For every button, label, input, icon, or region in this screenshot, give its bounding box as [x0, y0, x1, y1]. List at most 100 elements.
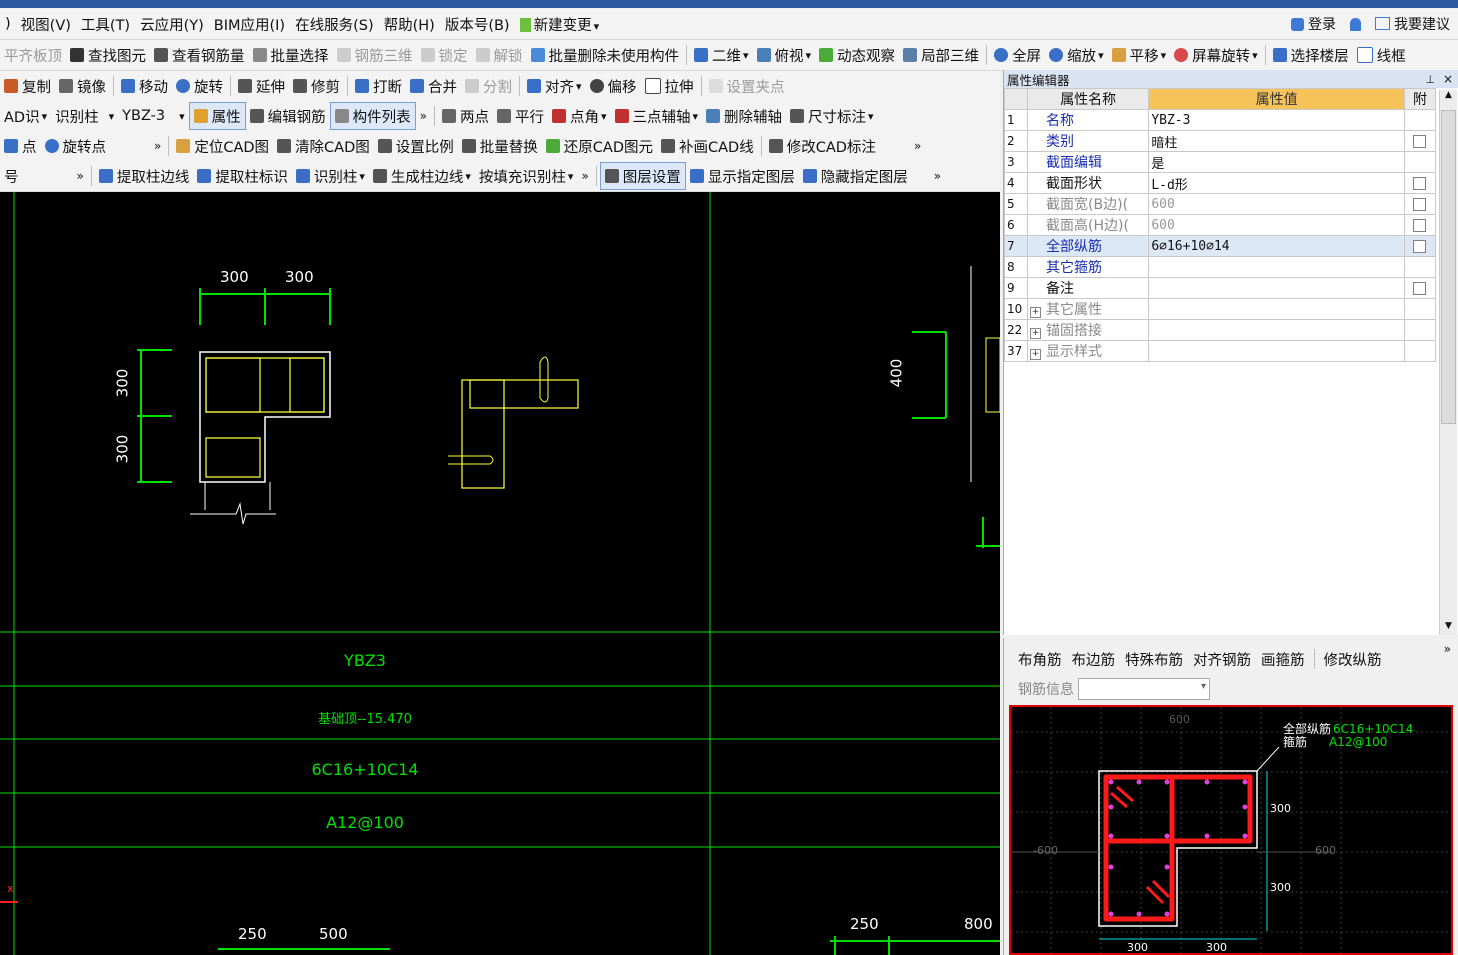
property-value[interactable]: 暗柱 — [1148, 130, 1405, 152]
zoom-dropdown[interactable]: 缩放 ▾ — [1045, 42, 1108, 68]
cad-recog-dropdown[interactable]: AD识 ▾ — [0, 103, 51, 129]
split-button[interactable]: 分割 — [461, 73, 516, 99]
draw-stirrup-button[interactable]: 画箍筋 — [1257, 646, 1309, 672]
full-screen-button[interactable]: 全屏 — [990, 42, 1045, 68]
expand-icon[interactable]: + — [1030, 307, 1042, 318]
show-layer-button[interactable]: 显示指定图层 — [686, 163, 799, 189]
property-value[interactable] — [1148, 277, 1405, 299]
overflow-chevron[interactable]: » — [930, 163, 945, 189]
rebar-preview-canvas[interactable]: 全部纵筋 6C16+10C14 箍筋 A12@100 600 -600 600 30… — [1009, 705, 1453, 955]
attach-checkbox[interactable] — [1413, 239, 1427, 253]
recog-col-dropdown-2[interactable]: 识别柱 ▾ — [292, 163, 369, 189]
menu-help[interactable]: 帮助(H) — [379, 14, 440, 35]
rotate-point-button[interactable]: 旋转点 — [41, 133, 111, 159]
rotate-button[interactable]: 旋转 — [172, 73, 227, 99]
property-row[interactable]: 3 截面编辑 是 — [1003, 151, 1437, 173]
trim-button[interactable]: 修剪 — [289, 73, 344, 99]
component-select[interactable]: YBZ-3 ▾ — [118, 103, 188, 129]
move-button[interactable]: 移动 — [117, 73, 172, 99]
property-value[interactable]: 600 — [1148, 214, 1405, 236]
property-row[interactable]: 37 + 显示样式 — [1003, 340, 1437, 362]
view-rebar-qty-button[interactable]: 查看钢筋量 — [150, 42, 249, 68]
overflow-chevron[interactable]: » — [73, 163, 88, 189]
gen-col-edge-dropdown[interactable]: 生成柱边线 ▾ — [369, 163, 475, 189]
menu-tools[interactable]: 工具(T) — [76, 14, 135, 35]
hide-layer-button[interactable]: 隐藏指定图层 — [799, 163, 912, 189]
menu-online[interactable]: 在线服务(S) — [290, 14, 379, 35]
property-row[interactable]: 6 截面高(H边)(600 — [1003, 214, 1437, 236]
close-icon[interactable]: × — [1443, 72, 1453, 86]
rebar-3d-button[interactable]: 钢筋三维 — [333, 42, 417, 68]
menu-view[interactable]: 视图(V) — [16, 14, 76, 35]
suggest-button[interactable]: 我要建议 — [1375, 14, 1450, 34]
scroll-thumb[interactable] — [1441, 110, 1456, 424]
extend-button[interactable]: 延伸 — [234, 73, 289, 99]
local-3d-button[interactable]: 局部三维 — [899, 42, 983, 68]
attach-checkbox[interactable] — [1413, 218, 1427, 232]
scroll-up-icon[interactable]: ▲ — [1440, 90, 1457, 106]
attach-checkbox[interactable] — [1413, 176, 1427, 190]
overflow-chevron[interactable]: » — [577, 163, 592, 189]
wireframe-button[interactable]: 线框 — [1353, 42, 1410, 68]
property-value[interactable]: 是 — [1148, 151, 1405, 173]
clear-cad-button[interactable]: 清除CAD图 — [273, 133, 374, 159]
property-value[interactable]: 600 — [1148, 193, 1405, 215]
property-button[interactable]: 属性 — [188, 102, 246, 130]
overflow-chevron[interactable]: » — [910, 133, 925, 159]
dynamic-view-button[interactable]: 动态观察 — [815, 42, 899, 68]
fill-recog-dropdown[interactable]: 按填充识别柱 ▾ — [475, 163, 578, 189]
edit-rebar-button[interactable]: 编辑钢筋 — [246, 103, 330, 129]
edge-rebar-button[interactable]: 布边筋 — [1068, 646, 1120, 672]
unlock-button[interactable]: 解锁 — [472, 42, 527, 68]
property-value[interactable] — [1148, 340, 1405, 362]
property-value[interactable] — [1148, 298, 1405, 320]
two-point-button[interactable]: 两点 — [438, 103, 493, 129]
corner-rebar-button[interactable]: 布角筋 — [1014, 646, 1066, 672]
stretch-button[interactable]: 拉伸 — [641, 73, 698, 99]
menu-new-change[interactable]: 新建变更 ▾ — [515, 14, 605, 35]
modify-cad-dim-button[interactable]: 修改CAD标注 — [765, 133, 880, 159]
property-row[interactable]: 2 类别 暗柱 — [1003, 130, 1437, 152]
pin-icon[interactable]: ᅟ⊥ — [1415, 71, 1435, 87]
property-row[interactable]: 10 + 其它属性 — [1003, 298, 1437, 320]
set-grip-button[interactable]: 设置夹点 — [705, 73, 789, 99]
copy-button[interactable]: 复制 — [0, 73, 55, 99]
property-value[interactable]: 6⌀16+10⌀14 — [1148, 235, 1405, 257]
property-row[interactable]: 9 备注 — [1003, 277, 1437, 299]
property-value[interactable]: L-d形 — [1148, 172, 1405, 194]
property-value[interactable] — [1148, 319, 1405, 341]
pan-dropdown[interactable]: 平移 ▾ — [1108, 42, 1171, 68]
locate-cad-button[interactable]: 定位CAD图 — [172, 133, 273, 159]
property-value[interactable]: YBZ-3 — [1148, 109, 1405, 131]
property-row[interactable]: 8 其它箍筋 — [1003, 256, 1437, 278]
mirror-button[interactable]: 镜像 — [55, 73, 110, 99]
layer-settings-button[interactable]: 图层设置 — [599, 162, 686, 190]
property-row[interactable]: 4 截面形状 L-d形 — [1003, 172, 1437, 194]
draw-cad-line-button[interactable]: 补画CAD线 — [657, 133, 758, 159]
flat-slab-top-button[interactable]: 平齐板顶 — [0, 42, 66, 68]
attach-checkbox[interactable] — [1413, 134, 1427, 148]
expand-icon[interactable]: + — [1030, 349, 1042, 360]
property-row[interactable]: 5 截面宽(B边)(600 — [1003, 193, 1437, 215]
dimension-dropdown[interactable]: 尺寸标注 ▾ — [786, 103, 878, 129]
select-floor-button[interactable]: 选择楼层 — [1269, 42, 1353, 68]
property-row[interactable]: 7 全部纵筋 6⌀16+10⌀14 — [1003, 235, 1437, 257]
extract-col-mark-button[interactable]: 提取柱标识 — [193, 163, 292, 189]
merge-button[interactable]: 合并 — [406, 73, 461, 99]
component-list-button[interactable]: 构件列表 — [329, 102, 416, 130]
delete-axis-button[interactable]: 删除辅轴 — [702, 103, 786, 129]
attach-checkbox[interactable] — [1413, 281, 1427, 295]
2d-dropdown[interactable]: 二维 ▾ — [690, 42, 753, 68]
batch-delete-unused-button[interactable]: 批量删除未使用构件 — [527, 42, 684, 68]
overflow-chevron[interactable]: » — [416, 103, 431, 129]
property-row[interactable]: 1 名称 YBZ-3 — [1003, 109, 1437, 131]
property-value[interactable] — [1148, 256, 1405, 278]
three-point-axis-dropdown[interactable]: 三点辅轴 ▾ — [611, 103, 703, 129]
scroll-down-icon[interactable]: ▼ — [1440, 621, 1457, 631]
menu-version[interactable]: 版本号(B) — [440, 14, 515, 35]
menu-bim[interactable]: BIM应用(I) — [209, 14, 290, 35]
parallel-button[interactable]: 平行 — [493, 103, 548, 129]
special-rebar-button[interactable]: 特殊布筋 — [1121, 646, 1187, 672]
extract-col-edge-button[interactable]: 提取柱边线 — [95, 163, 194, 189]
screen-rotate-dropdown[interactable]: 屏幕旋转 ▾ — [1170, 42, 1262, 68]
